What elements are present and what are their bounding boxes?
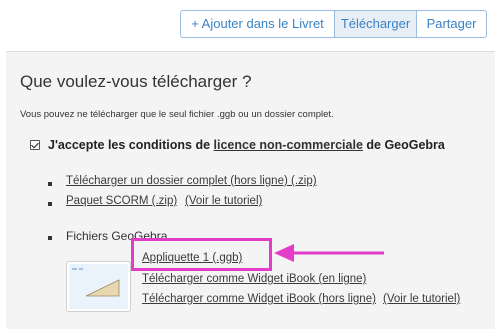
applet-thumbnail[interactable] [66,261,131,312]
add-to-book-button[interactable]: + Ajouter dans le Livret [180,10,335,38]
license-accept-text: J'accepte les conditions de licence non-… [48,138,445,152]
accept-prefix: J'accepte les conditions de [48,138,214,152]
tab-download[interactable]: Télécharger [335,10,417,38]
pointer-arrow-icon [274,244,384,262]
highlight-box [131,238,272,271]
applet-preview [69,264,128,309]
list-bullet [48,236,52,240]
download-note: Vous pouvez ne télécharger que le seul f… [20,109,334,120]
scorm-tutorial-link[interactable]: (Voir le tutoriel) [185,195,262,207]
full-folder-download-link[interactable]: Télécharger un dossier complet (hors lig… [66,175,317,187]
triangle-preview-icon [72,268,120,297]
widget-tutorial-link[interactable]: (Voir le tutoriel) [383,293,460,305]
widget-offline-download-link[interactable]: Télécharger comme Widget iBook (hors lig… [142,293,376,305]
license-link[interactable]: licence non-commerciale [214,138,363,152]
tab-bar: + Ajouter dans le Livret Télécharger Par… [180,10,487,38]
page-title: Que voulez-vous télécharger ? [20,72,252,91]
license-checkbox[interactable] [30,140,40,150]
scorm-package-link[interactable]: Paquet SCORM (.zip) [66,195,177,207]
list-bullet [48,202,52,206]
widget-online-download-link[interactable]: Télécharger comme Widget iBook (en ligne… [142,273,366,285]
tab-share[interactable]: Partager [417,10,487,38]
license-accept-row: J'accepte les conditions de licence non-… [30,138,445,152]
list-bullet [48,182,52,186]
accept-suffix: de GeoGebra [362,138,445,152]
